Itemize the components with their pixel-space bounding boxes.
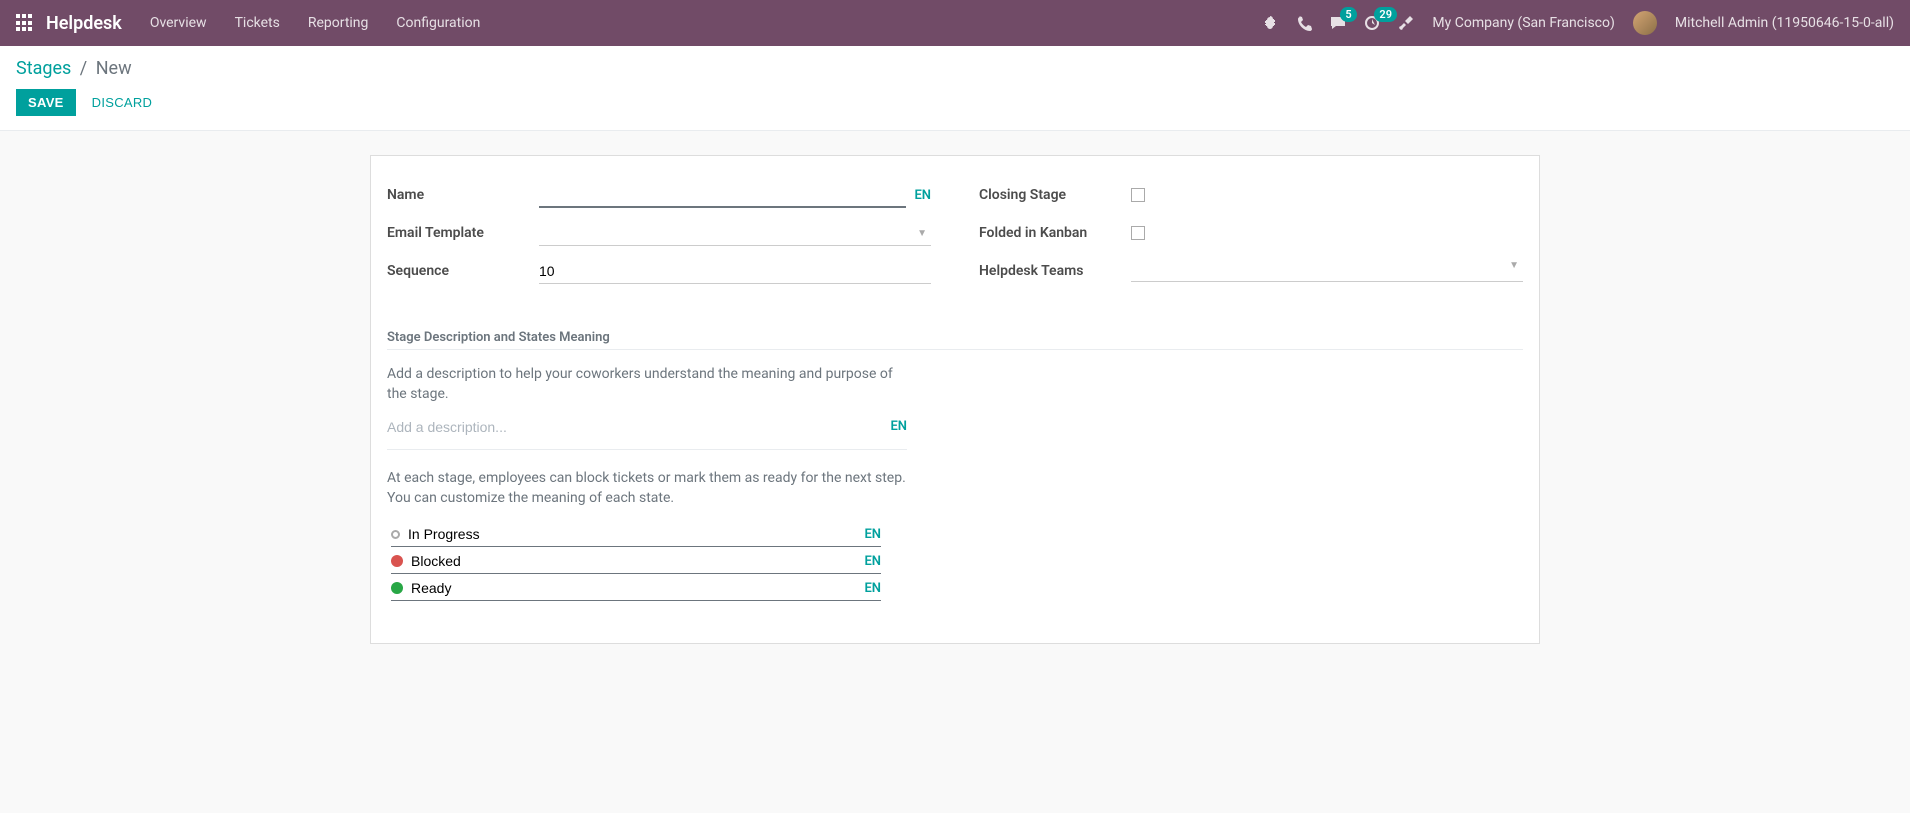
sequence-field[interactable] (539, 259, 931, 284)
state-row-done: EN (391, 576, 881, 601)
breadcrumb-sep: / (80, 58, 87, 79)
discard-button[interactable]: DISCARD (80, 89, 165, 116)
email-template-field[interactable] (539, 221, 931, 246)
section-title: Stage Description and States Meaning (387, 330, 1523, 345)
main-navbar: Helpdesk Overview Tickets Reporting Conf… (0, 0, 1910, 46)
label-folded: Folded in Kanban (979, 225, 1131, 241)
nav-tickets[interactable]: Tickets (235, 15, 280, 31)
form-container: Name EN Email Template ▼ Sequence (0, 131, 1910, 668)
name-field[interactable] (539, 182, 906, 208)
nav-overview[interactable]: Overview (150, 15, 207, 31)
nav-configuration[interactable]: Configuration (396, 15, 480, 31)
app-brand[interactable]: Helpdesk (46, 13, 122, 34)
phone-icon[interactable] (1296, 15, 1312, 31)
label-name: Name (387, 187, 539, 203)
folded-checkbox[interactable] (1131, 226, 1145, 240)
state-done-lang-button[interactable]: EN (864, 581, 881, 596)
state-dot-red-icon (391, 555, 403, 567)
description-field[interactable] (387, 419, 882, 435)
form-left-column: Name EN Email Template ▼ Sequence (387, 180, 931, 294)
state-normal-field[interactable] (408, 526, 856, 542)
label-sequence: Sequence (387, 263, 539, 279)
section-divider (387, 349, 1523, 350)
state-row-normal: EN (391, 522, 881, 547)
save-button[interactable]: SAVE (16, 89, 76, 116)
nav-reporting[interactable]: Reporting (308, 15, 369, 31)
nav-menu: Overview Tickets Reporting Configuration (150, 15, 481, 31)
description-lang-button[interactable]: EN (890, 419, 907, 434)
breadcrumb-current: New (96, 58, 132, 79)
name-lang-button[interactable]: EN (914, 188, 931, 203)
state-done-field[interactable] (411, 580, 856, 596)
state-dot-green-icon (391, 582, 403, 594)
states-help: At each stage, employees can block ticke… (387, 468, 907, 509)
avatar[interactable] (1633, 11, 1657, 35)
state-row-blocked: EN (391, 549, 881, 574)
helpdesk-teams-field[interactable]: ▼ (1131, 260, 1523, 282)
breadcrumb: Stages / New (16, 58, 1894, 79)
activities-badge: 29 (1374, 7, 1397, 22)
description-help: Add a description to help your coworkers… (387, 364, 907, 405)
form-right-column: Closing Stage Folded in Kanban Helpdesk … (979, 180, 1523, 294)
state-blocked-lang-button[interactable]: EN (864, 554, 881, 569)
state-normal-lang-button[interactable]: EN (864, 527, 881, 542)
activities-button[interactable]: 29 (1364, 15, 1380, 31)
label-teams: Helpdesk Teams (979, 263, 1131, 279)
state-dot-grey-icon (391, 530, 400, 539)
bug-icon[interactable] (1262, 15, 1278, 31)
form-sheet: Name EN Email Template ▼ Sequence (370, 155, 1540, 644)
breadcrumb-root[interactable]: Stages (16, 58, 71, 79)
label-closing-stage: Closing Stage (979, 187, 1131, 203)
apps-icon[interactable] (16, 14, 34, 32)
label-email-template: Email Template (387, 225, 539, 241)
user-menu[interactable]: Mitchell Admin (11950646-15-0-all) (1675, 15, 1894, 31)
chevron-down-icon: ▼ (1509, 260, 1519, 271)
state-blocked-field[interactable] (411, 553, 856, 569)
messages-badge: 5 (1340, 7, 1356, 22)
control-panel: Stages / New SAVE DISCARD (0, 46, 1910, 131)
closing-stage-checkbox[interactable] (1131, 188, 1145, 202)
company-switcher[interactable]: My Company (San Francisco) (1432, 15, 1614, 31)
tools-icon[interactable] (1398, 15, 1414, 31)
messages-button[interactable]: 5 (1330, 15, 1346, 31)
